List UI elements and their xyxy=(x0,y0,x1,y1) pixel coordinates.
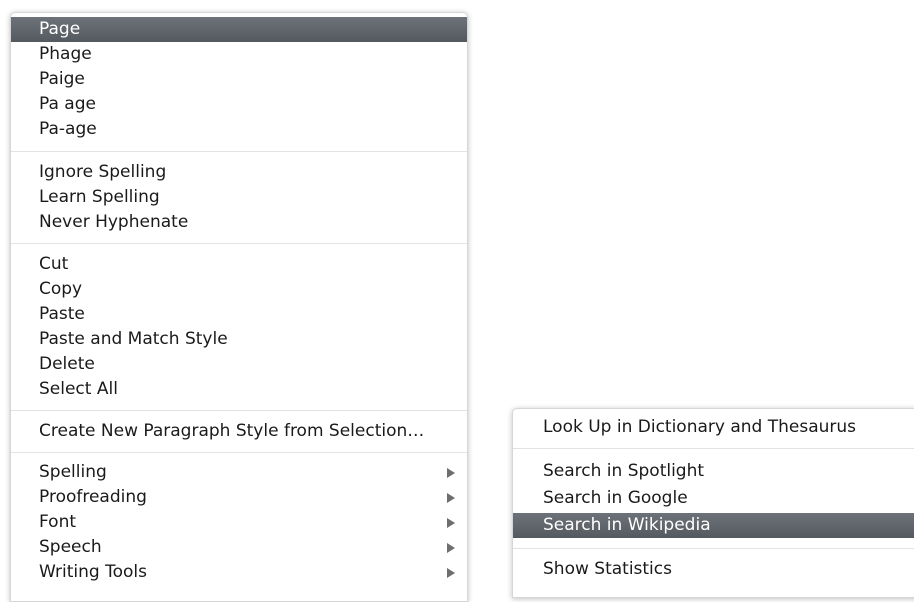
menu-separator xyxy=(11,410,467,411)
menu-item-suggestion-page[interactable]: Page xyxy=(11,17,467,42)
context-menu: Page Phage Paige Pa age Pa-age Ignore Sp… xyxy=(10,12,468,602)
submenu-arrow-icon xyxy=(447,543,455,553)
menu-item-ignore-spelling[interactable]: Ignore Spelling xyxy=(11,160,467,185)
menu-item-learn-spelling[interactable]: Learn Spelling xyxy=(11,185,467,210)
menu-item-select-all[interactable]: Select All xyxy=(11,377,467,402)
submenu-arrow-icon xyxy=(447,518,455,528)
menu-item-label: Proofreading xyxy=(39,487,147,507)
menu-item-cut[interactable]: Cut xyxy=(11,252,467,277)
menu-item-paste-and-match-style[interactable]: Paste and Match Style xyxy=(11,327,467,352)
menu-item-font-submenu[interactable]: Font xyxy=(11,510,467,535)
menu-item-paste[interactable]: Paste xyxy=(11,302,467,327)
menu-item-suggestion-pa-space-age[interactable]: Pa age xyxy=(11,92,467,117)
menu-item-spelling-submenu[interactable]: Spelling xyxy=(11,460,467,485)
menu-separator xyxy=(513,448,914,449)
menu-separator xyxy=(11,243,467,244)
menu-item-label: Writing Tools xyxy=(39,562,147,582)
menu-item-look-up-dictionary[interactable]: Look Up in Dictionary and Thesaurus xyxy=(513,415,914,440)
menu-item-suggestion-paige[interactable]: Paige xyxy=(11,67,467,92)
submenu-arrow-icon xyxy=(447,568,455,578)
menu-item-search-google[interactable]: Search in Google xyxy=(513,486,914,511)
submenu-arrow-icon xyxy=(447,468,455,478)
menu-item-writing-tools-submenu[interactable]: Writing Tools xyxy=(11,560,467,585)
menu-item-label: Speech xyxy=(39,537,102,557)
menu-item-delete[interactable]: Delete xyxy=(11,352,467,377)
menu-separator xyxy=(513,548,914,549)
menu-separator xyxy=(11,452,467,453)
menu-item-suggestion-pa-hyphen-age[interactable]: Pa-age xyxy=(11,117,467,142)
services-menu: Look Up in Dictionary and Thesaurus Sear… xyxy=(512,408,914,598)
menu-item-proofreading-submenu[interactable]: Proofreading xyxy=(11,485,467,510)
menu-item-never-hyphenate[interactable]: Never Hyphenate xyxy=(11,210,467,235)
menu-item-search-wikipedia[interactable]: Search in Wikipedia xyxy=(513,513,914,538)
menu-item-label: Spelling xyxy=(39,462,107,482)
menu-item-label: Font xyxy=(39,512,77,532)
menu-item-speech-submenu[interactable]: Speech xyxy=(11,535,467,560)
menu-item-create-paragraph-style[interactable]: Create New Paragraph Style from Selectio… xyxy=(11,419,467,444)
menu-item-suggestion-phage[interactable]: Phage xyxy=(11,42,467,67)
menu-item-copy[interactable]: Copy xyxy=(11,277,467,302)
menu-item-search-spotlight[interactable]: Search in Spotlight xyxy=(513,459,914,484)
menu-item-show-statistics[interactable]: Show Statistics xyxy=(513,557,914,582)
menu-separator xyxy=(11,151,467,152)
submenu-arrow-icon xyxy=(447,493,455,503)
